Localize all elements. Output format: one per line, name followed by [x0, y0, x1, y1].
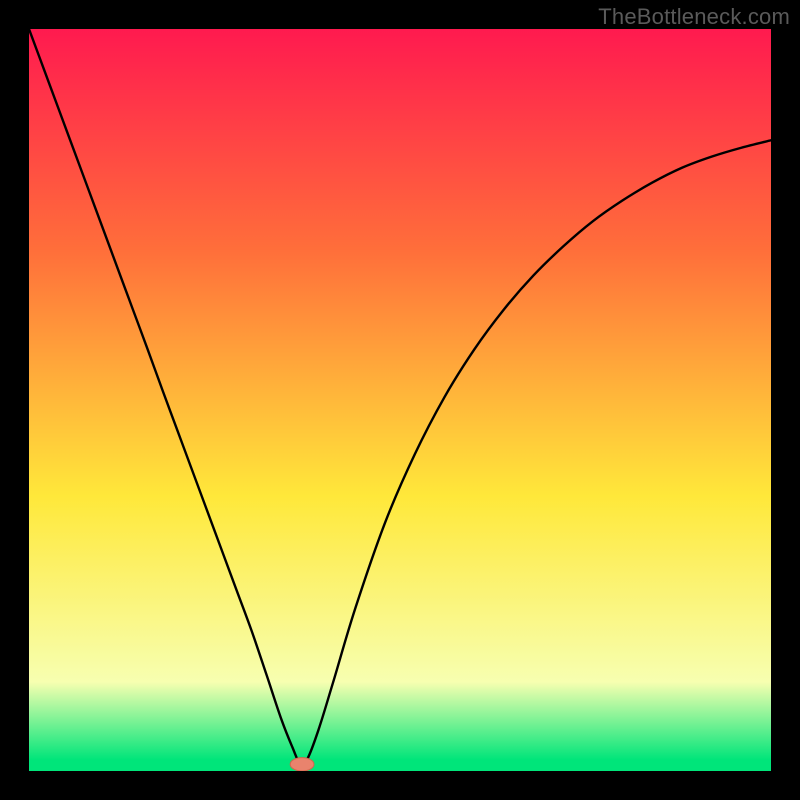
bottleneck-curve-chart: [29, 29, 771, 771]
gradient-background: [29, 29, 771, 771]
optimal-point-marker: [290, 758, 314, 771]
chart-frame: TheBottleneck.com: [0, 0, 800, 800]
plot-area: [29, 29, 771, 771]
watermark-label: TheBottleneck.com: [598, 4, 790, 30]
